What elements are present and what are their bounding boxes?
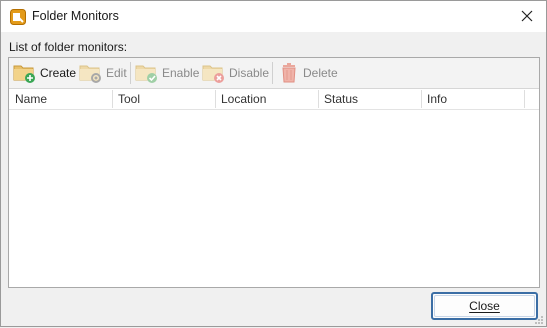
toolbar-separator: [272, 62, 273, 84]
list-header: Name Tool Location Status Info: [9, 89, 539, 110]
title-bar: Folder Monitors: [1, 1, 546, 32]
list-label: List of folder monitors:: [9, 40, 128, 54]
delete-label: Delete: [303, 66, 338, 80]
trash-icon: [278, 62, 300, 84]
folder-add-icon: [13, 62, 37, 84]
enable-button[interactable]: Enable: [135, 61, 199, 85]
column-divider[interactable]: [112, 90, 113, 108]
window-title: Folder Monitors: [32, 9, 119, 23]
folder-monitors-panel: Create Edit Enable Disable Delete Name T…: [8, 57, 540, 288]
close-icon[interactable]: [516, 6, 538, 26]
toolbar: Create Edit Enable Disable Delete: [9, 58, 539, 89]
column-header-name[interactable]: Name: [15, 89, 47, 109]
disable-label: Disable: [229, 66, 270, 80]
column-divider[interactable]: [215, 90, 216, 108]
enable-label: Enable: [162, 66, 200, 80]
column-header-info[interactable]: Info: [427, 89, 447, 109]
column-divider[interactable]: [421, 90, 422, 108]
create-label: Create: [40, 66, 77, 80]
folder-enable-icon: [135, 62, 159, 84]
folder-monitors-dialog: Folder Monitors List of folder monitors:…: [0, 0, 547, 327]
column-header-status[interactable]: Status: [324, 89, 358, 109]
disable-button[interactable]: Disable: [202, 61, 269, 85]
resize-grip-icon[interactable]: [534, 314, 544, 324]
column-divider[interactable]: [524, 90, 525, 108]
column-header-location[interactable]: Location: [221, 89, 266, 109]
column-header-tool[interactable]: Tool: [118, 89, 140, 109]
create-button[interactable]: Create: [13, 61, 76, 85]
toolbar-separator: [130, 62, 131, 84]
edit-label: Edit: [106, 66, 127, 80]
close-button-label: Close: [469, 299, 500, 313]
folder-edit-icon: [79, 62, 103, 84]
delete-button[interactable]: Delete: [278, 61, 338, 85]
close-button[interactable]: Close: [431, 292, 538, 320]
folder-disable-icon: [202, 62, 226, 84]
edit-button[interactable]: Edit: [79, 61, 127, 85]
column-divider[interactable]: [318, 90, 319, 108]
app-icon: [10, 9, 26, 25]
monitor-list[interactable]: [9, 110, 539, 287]
